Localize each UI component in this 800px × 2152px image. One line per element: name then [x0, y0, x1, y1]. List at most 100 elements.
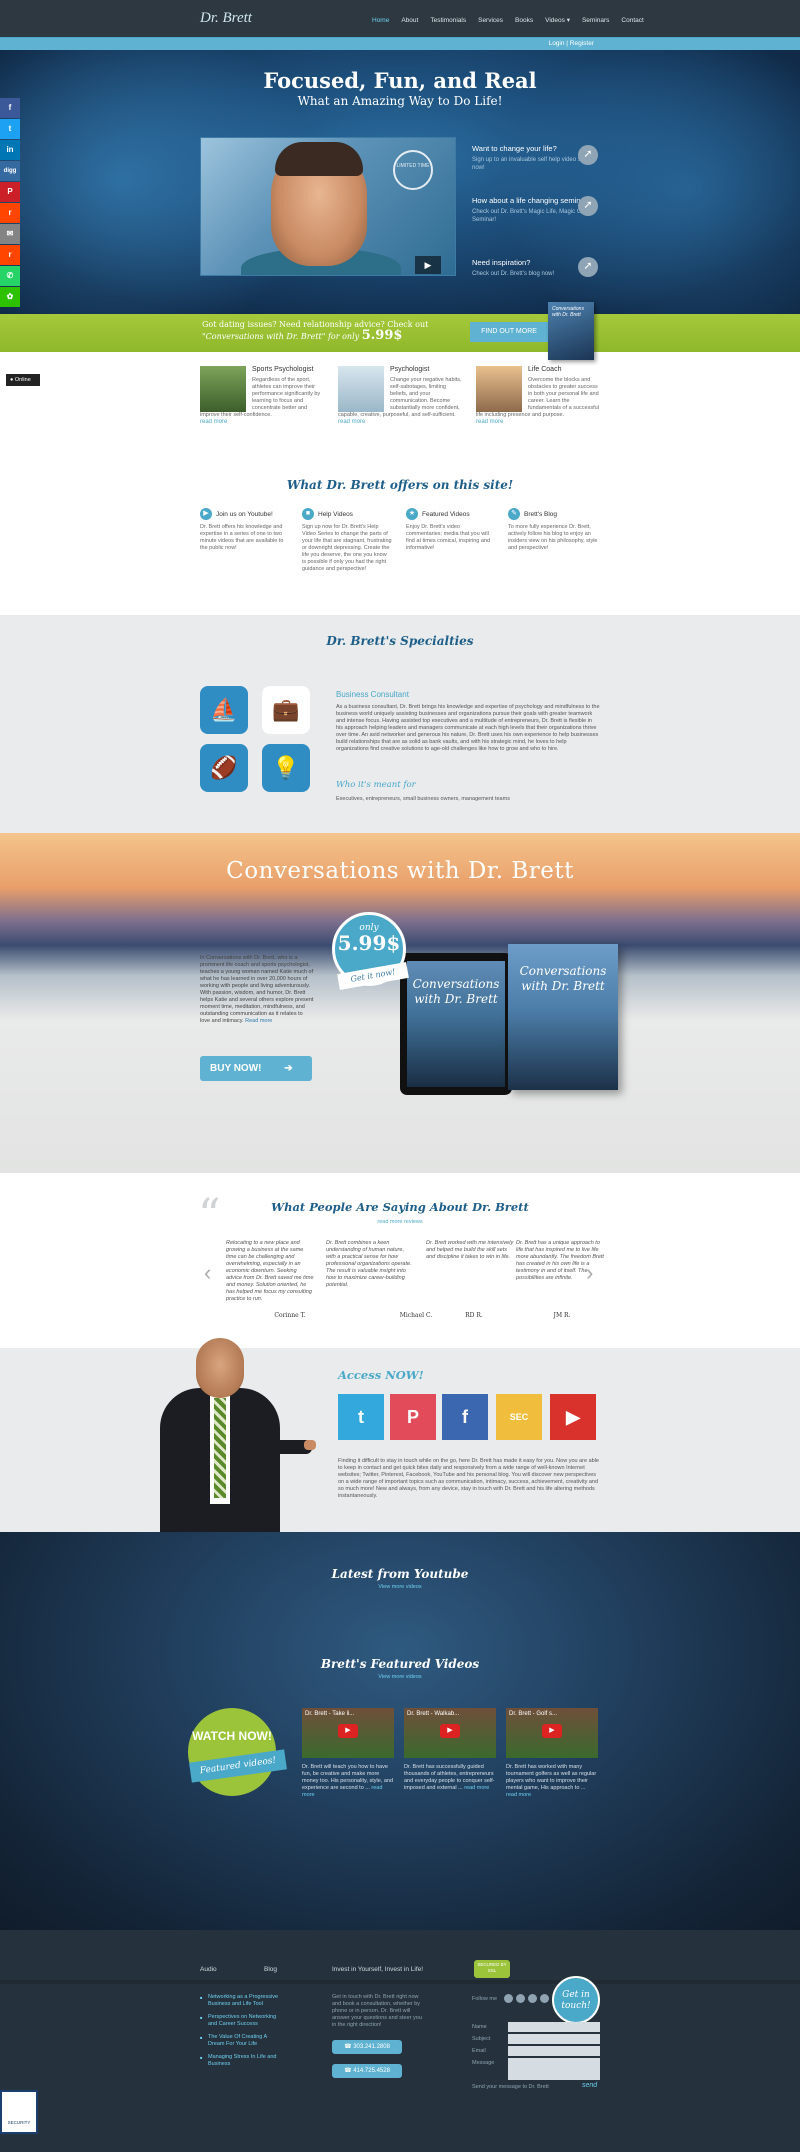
- twitter-icon[interactable]: t: [0, 119, 20, 139]
- chevron-left-icon[interactable]: ‹: [204, 1260, 211, 1286]
- video-card[interactable]: Dr. Brett - Take li... ▶ Dr. Brett will t…: [302, 1708, 394, 1799]
- testimonial-name: Corinne T.: [274, 1312, 306, 1319]
- ssl-badge: SECURED BY SSL: [474, 1960, 510, 1978]
- promo-book-cover: Conversations with Dr. Brett: [548, 302, 594, 360]
- service-psychologist: Psychologist Change your negative habits…: [338, 366, 462, 425]
- name-input[interactable]: [508, 2022, 600, 2032]
- offer-desc: Sign up now for Dr. Brett's Help Video S…: [302, 524, 392, 572]
- arrow-right-icon[interactable]: ➚: [578, 257, 598, 277]
- find-out-more-button[interactable]: FIND OUT MORE: [470, 322, 548, 342]
- linkedin-icon[interactable]: in: [0, 140, 20, 160]
- whatsapp-icon[interactable]: ✆: [0, 266, 20, 286]
- hero-subtitle: What an Amazing Way to Do Life!: [297, 94, 503, 108]
- footer-link[interactable]: Networking as a Progressive Business and…: [200, 1994, 280, 2008]
- star-icon: ★: [406, 508, 418, 520]
- testimonial-name: RD R.: [465, 1312, 483, 1319]
- footer-link[interactable]: Managing Stress In Life and Business: [200, 2054, 280, 2068]
- blog-icon[interactable]: SEC: [496, 1394, 542, 1440]
- message-textarea[interactable]: [508, 2058, 600, 2080]
- arrow-right-icon[interactable]: ➚: [578, 145, 598, 165]
- video-thumbnail[interactable]: Dr. Brett - Take li... ▶: [302, 1708, 394, 1758]
- online-chat-badge[interactable]: ● Online: [6, 374, 40, 386]
- nav-testimonials[interactable]: Testimonials: [424, 14, 472, 28]
- offer-featured-videos[interactable]: ★ Featured Videos Enjoy Dr. Brett's video…: [406, 508, 496, 552]
- facebook-icon[interactable]: f: [442, 1394, 488, 1440]
- site-logo[interactable]: Dr. Brett: [200, 10, 270, 30]
- pinterest-icon[interactable]: P: [390, 1394, 436, 1440]
- read-more-link[interactable]: read more: [200, 419, 324, 425]
- play-icon[interactable]: ▶: [542, 1724, 562, 1738]
- footer-link[interactable]: Perspectives on Networking and Career Su…: [200, 2014, 280, 2028]
- football-icon[interactable]: 🏈: [200, 744, 248, 792]
- access-text: Finding it difficult to stay in touch wh…: [338, 1458, 599, 1499]
- reddit-icon[interactable]: r: [0, 245, 20, 265]
- briefcase-icon[interactable]: 💼: [262, 686, 310, 734]
- promo-price: 5.99$: [361, 328, 403, 343]
- play-icon[interactable]: ▶: [415, 256, 441, 274]
- video-thumbnail[interactable]: Dr. Brett - Walkab... ▶: [404, 1708, 496, 1758]
- offer-youtube[interactable]: ▶ Join us on Youtube! Dr. Brett offers hi…: [200, 508, 290, 552]
- nav-about[interactable]: About: [395, 14, 424, 28]
- form-label: Message: [472, 2060, 495, 2066]
- service-life-coach: Life Coach Overcome the blocks and obsta…: [476, 366, 600, 425]
- view-more-videos-link[interactable]: View more videos: [0, 1584, 800, 1590]
- hero-video-player[interactable]: LIMITED TIME ▶: [200, 137, 456, 276]
- play-icon[interactable]: ▶: [440, 1724, 460, 1738]
- subject-input[interactable]: [508, 2034, 600, 2044]
- pen-icon: ✎: [508, 508, 520, 520]
- login-register-link[interactable]: Login | Register: [549, 38, 594, 50]
- reddit-icon[interactable]: r: [0, 203, 20, 223]
- footer-audio-heading[interactable]: Audio: [200, 1966, 217, 1973]
- promo-line-2: "Conversations with Dr. Brett" for only: [202, 332, 360, 341]
- nav-seminars[interactable]: Seminars: [576, 14, 615, 28]
- video-thumbnail[interactable]: Dr. Brett - Golf s... ▶: [506, 1708, 598, 1758]
- video-card[interactable]: Dr. Brett - Golf s... ▶ Dr. Brett has wor…: [506, 1708, 598, 1799]
- nav-contact[interactable]: Contact: [615, 14, 649, 28]
- service-sports-psychologist: Sports Psychologist Regardless of the sp…: [200, 366, 324, 425]
- twitter-icon[interactable]: [504, 1994, 513, 2003]
- lightbulb-icon[interactable]: 💡: [262, 744, 310, 792]
- read-more-link[interactable]: read more: [338, 419, 462, 425]
- get-in-touch-badge: Get in touch!: [552, 1976, 600, 2024]
- sailboat-icon[interactable]: ⛵: [200, 686, 248, 734]
- arrow-right-icon[interactable]: ➚: [578, 196, 598, 216]
- video-title: Dr. Brett - Golf s...: [509, 1711, 558, 1717]
- wechat-icon[interactable]: ✿: [0, 287, 20, 307]
- offer-blog[interactable]: ✎ Brett's Blog To more fully experience D…: [508, 508, 598, 552]
- read-more-link[interactable]: read more: [464, 1785, 489, 1791]
- read-more-link[interactable]: read more: [476, 419, 600, 425]
- digg-icon[interactable]: digg: [0, 161, 20, 181]
- nav-services[interactable]: Services: [472, 14, 509, 28]
- pinterest-icon[interactable]: P: [0, 182, 20, 202]
- offers-title: What Dr. Brett offers on this site!: [286, 478, 514, 492]
- form-label: Email: [472, 2048, 486, 2054]
- buy-now-button[interactable]: BUY NOW! ➔: [200, 1056, 312, 1081]
- youtube-icon[interactable]: [540, 1994, 549, 2003]
- read-more-reviews-link[interactable]: read more reviews: [0, 1219, 800, 1225]
- pinterest-icon[interactable]: [528, 1994, 537, 2003]
- twitter-icon[interactable]: t: [338, 1394, 384, 1440]
- video-card[interactable]: Dr. Brett - Walkab... ▶ Dr. Brett has suc…: [404, 1708, 496, 1792]
- play-icon[interactable]: ▶: [338, 1724, 358, 1738]
- read-more-link[interactable]: Read more: [245, 1018, 272, 1024]
- read-more-link[interactable]: read more: [506, 1792, 531, 1798]
- who-title: Who it's meant for: [336, 780, 416, 790]
- email-icon[interactable]: ✉: [0, 224, 20, 244]
- offer-desc: Enjoy Dr. Brett's video commentaries; me…: [406, 524, 491, 551]
- view-more-videos-link[interactable]: View more videos: [0, 1674, 800, 1680]
- footer-link[interactable]: The Value Of Creating A Dream For Your L…: [200, 2034, 280, 2048]
- nav-home[interactable]: Home: [366, 14, 395, 28]
- send-button[interactable]: send: [582, 2082, 597, 2089]
- phone-button[interactable]: ☎ 414.725.4528: [332, 2064, 402, 2078]
- nav-videos[interactable]: Videos ▾: [539, 14, 576, 28]
- video-title: Dr. Brett - Walkab...: [407, 1711, 460, 1717]
- phone-button[interactable]: ☎ 303.241.2808: [332, 2040, 402, 2054]
- man-head: [196, 1338, 244, 1398]
- youtube-icon[interactable]: ▶: [550, 1394, 596, 1440]
- footer-blog-heading[interactable]: Blog: [264, 1966, 277, 1973]
- offer-help-videos[interactable]: ■ Help Videos Sign up now for Dr. Brett's…: [302, 508, 392, 573]
- facebook-icon[interactable]: [516, 1994, 525, 2003]
- email-input[interactable]: [508, 2046, 600, 2056]
- nav-books[interactable]: Books: [509, 14, 539, 28]
- footer-divider: [0, 1980, 800, 1984]
